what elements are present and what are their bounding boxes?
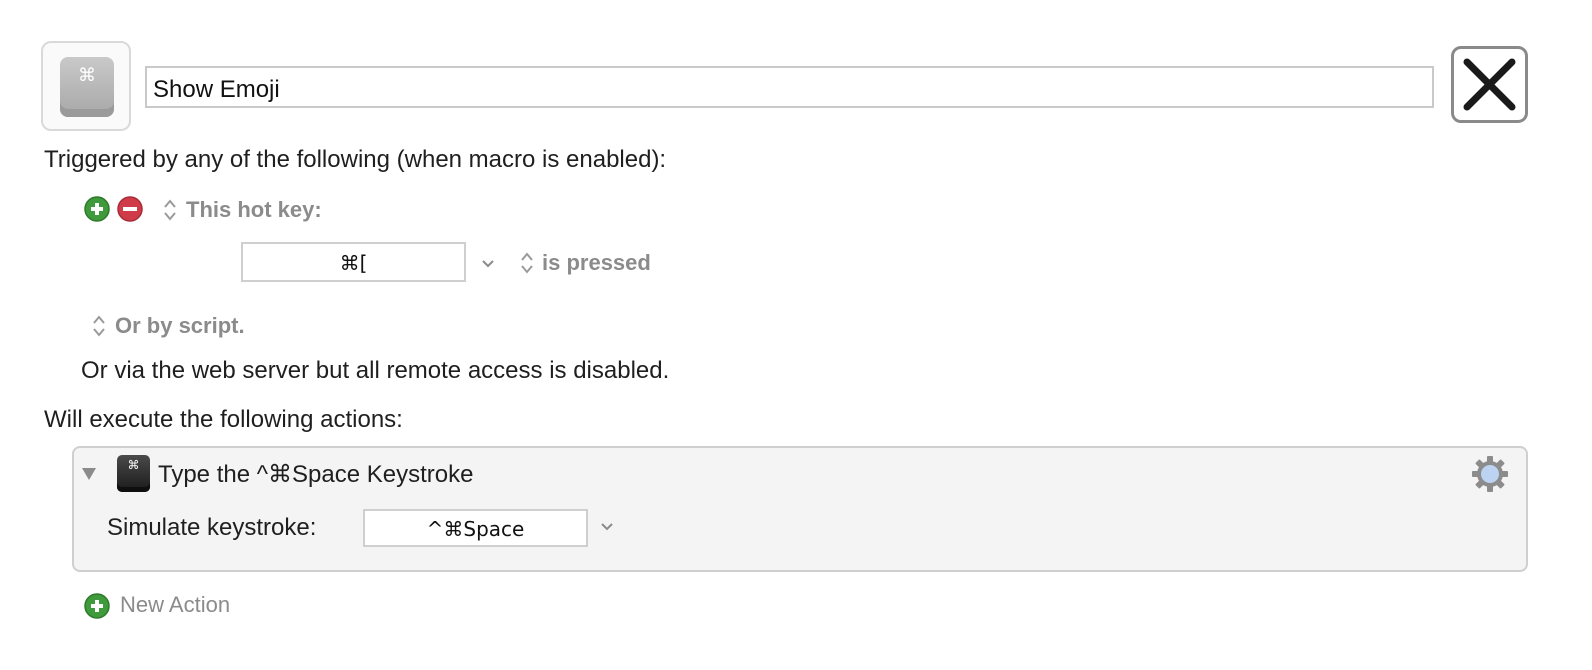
script-trigger-label[interactable]: Or by script.: [115, 313, 245, 339]
web-server-note: Or via the web server but all remote acc…: [81, 357, 670, 384]
keystroke-field[interactable]: ^⌘Space: [363, 509, 588, 547]
triggers-heading: Triggered by any of the following (when …: [44, 146, 667, 173]
script-trigger-stepper-icon[interactable]: [92, 313, 106, 339]
key-condition-label[interactable]: is pressed: [542, 250, 651, 276]
command-key-icon: ⌘: [60, 57, 114, 117]
simulate-keystroke-label: Simulate keystroke:: [107, 514, 317, 541]
hot-key-field[interactable]: ⌘[: [241, 242, 466, 282]
gear-icon[interactable]: [1471, 455, 1509, 493]
macro-icon-well[interactable]: ⌘: [41, 41, 131, 131]
disclosure-triangle-icon[interactable]: [80, 466, 98, 482]
add-trigger-button[interactable]: [84, 196, 110, 222]
close-button[interactable]: [1451, 46, 1528, 123]
macro-editor: ⌘ Show Emoji Triggered by any of the fol…: [0, 0, 1592, 670]
chevron-down-icon[interactable]: [599, 521, 615, 533]
new-action-add-icon[interactable]: [84, 593, 110, 619]
actions-heading: Will execute the following actions:: [44, 406, 403, 433]
remove-trigger-button[interactable]: [117, 196, 143, 222]
trigger-type-stepper-icon[interactable]: [163, 197, 177, 223]
chevron-down-icon[interactable]: [480, 258, 496, 270]
action-title[interactable]: Type the ^⌘Space Keystroke: [158, 460, 473, 489]
macro-name-field[interactable]: Show Emoji: [145, 66, 1434, 108]
key-condition-stepper-icon[interactable]: [520, 250, 534, 276]
new-action-button[interactable]: New Action: [120, 592, 230, 618]
close-x-icon: [1463, 58, 1516, 111]
hot-key-trigger-label[interactable]: This hot key:: [186, 197, 322, 223]
keystroke-action-icon: ⌘: [117, 455, 150, 492]
